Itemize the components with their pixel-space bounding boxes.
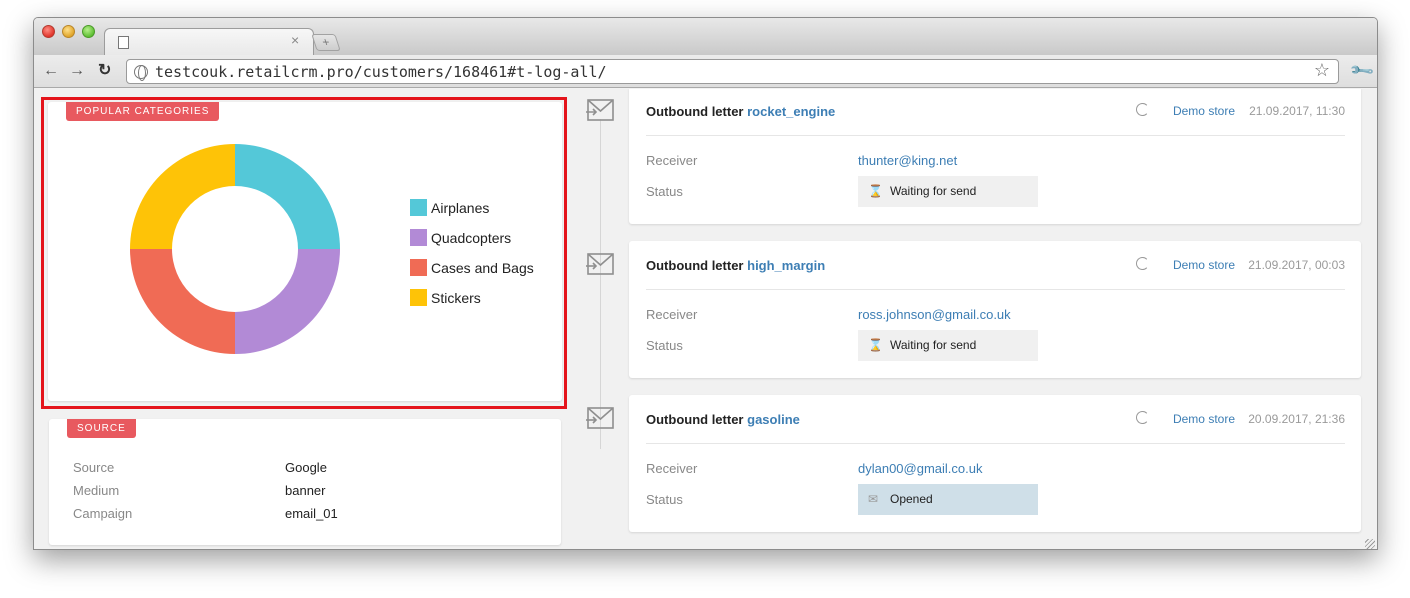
browser-toolbar: ← → ↻ testcouk.retailcrm.pro/customers/1… [34, 55, 1377, 88]
status-label: Status [646, 492, 683, 507]
bookmark-star-icon[interactable]: ☆ [1314, 60, 1330, 81]
letter-prefix: Outbound letter [646, 412, 744, 427]
divider [646, 135, 1345, 136]
store-link[interactable]: Demo store [1173, 258, 1235, 272]
letter-card: Outbound letter rocket_engine Demo store… [629, 89, 1361, 224]
letter-card: Outbound letter high_margin Demo store 2… [629, 241, 1361, 378]
letter-date: 20.09.2017, 21:36 [1248, 412, 1345, 426]
new-tab-button[interactable]: + [311, 34, 341, 51]
status-badge: ⌛ Waiting for send [858, 330, 1038, 361]
store-link[interactable]: Demo store [1173, 104, 1235, 118]
wrench-icon[interactable]: 🔧 [1348, 57, 1376, 85]
categories-donut-chart [130, 144, 340, 354]
donut-slice-cases-and-bags[interactable] [130, 249, 235, 354]
status-label: Status [646, 184, 683, 199]
legend-label: Stickers [431, 290, 481, 306]
receiver-link[interactable]: thunter@king.net [858, 153, 957, 168]
status-badge: ⌛ Waiting for send [858, 176, 1038, 207]
page-icon [118, 36, 129, 49]
browser-tab[interactable]: × [104, 28, 314, 55]
back-arrow-icon[interactable]: ← [43, 61, 59, 81]
minimize-window-button[interactable] [62, 25, 75, 38]
legend-label: Quadcopters [431, 230, 512, 246]
status-label: Status [646, 338, 683, 353]
tab-close-icon[interactable]: × [291, 32, 299, 48]
letter-card: Outbound letter gasoline Demo store 20.0… [629, 395, 1361, 532]
medium-key: Medium [73, 483, 120, 498]
popular-categories-title: POPULAR CATEGORIES [66, 102, 220, 121]
title-bar: × + [34, 18, 1377, 55]
legend-label: Cases and Bags [431, 260, 534, 276]
letter-name-link[interactable]: gasoline [747, 412, 800, 427]
url-text[interactable]: testcouk.retailcrm.pro/customers/168461#… [155, 63, 607, 81]
letter-date: 21.09.2017, 11:30 [1249, 104, 1345, 118]
outbound-envelope-icon [586, 407, 614, 429]
address-bar[interactable]: testcouk.retailcrm.pro/customers/168461#… [126, 59, 1339, 84]
donut-slice-quadcopters[interactable] [235, 249, 340, 354]
letter-name-link[interactable]: rocket_engine [747, 104, 835, 119]
hourglass-icon: ⌛ [868, 184, 883, 198]
status-text: Waiting for send [890, 338, 977, 352]
hourglass-icon: ⌛ [868, 338, 883, 352]
outbound-envelope-icon [586, 99, 614, 121]
letter-name-link[interactable]: high_margin [747, 258, 825, 273]
receiver-label: Receiver [646, 461, 698, 476]
store-icon [1136, 257, 1149, 270]
close-window-button[interactable] [42, 25, 55, 38]
legend-swatch [410, 259, 427, 276]
donut-slice-airplanes[interactable] [235, 144, 340, 249]
letter-date: 21.09.2017, 00:03 [1248, 258, 1345, 272]
campaign-key: Campaign [73, 506, 133, 521]
donut-slice-stickers[interactable] [130, 144, 235, 249]
letter-title: Outbound letter high_margin [646, 258, 825, 273]
status-text: Waiting for send [890, 184, 977, 198]
status-badge: ✉ Opened [858, 484, 1038, 515]
page-content: POPULAR CATEGORIES Airplanes Quadcopters C… [34, 89, 1377, 549]
globe-icon [134, 65, 148, 81]
reload-icon[interactable]: ↻ [98, 61, 111, 81]
receiver-link[interactable]: dylan00@gmail.co.uk [858, 461, 982, 476]
receiver-label: Receiver [646, 153, 698, 168]
outbound-envelope-icon [586, 253, 614, 275]
letter-prefix: Outbound letter [646, 104, 744, 119]
browser-window: × + ← → ↻ testcouk.retailcrm.pro/custome… [33, 17, 1378, 550]
legend-swatch [410, 229, 427, 246]
forward-arrow-icon[interactable]: → [69, 61, 85, 81]
medium-value: banner [285, 483, 326, 498]
letter-title: Outbound letter gasoline [646, 412, 800, 427]
store-link[interactable]: Demo store [1173, 412, 1235, 426]
store-icon [1136, 411, 1149, 424]
zoom-window-button[interactable] [82, 25, 95, 38]
popular-categories-card: POPULAR CATEGORIES Airplanes Quadcopters C… [48, 102, 562, 401]
letter-prefix: Outbound letter [646, 258, 744, 273]
timeline-line [600, 119, 601, 449]
letter-title: Outbound letter rocket_engine [646, 104, 835, 119]
legend-label: Airplanes [431, 200, 490, 216]
open-envelope-icon: ✉ [868, 492, 879, 506]
campaign-value: email_01 [285, 506, 338, 521]
divider [646, 443, 1345, 444]
source-card: SOURCE Source Google Medium banner Campa… [49, 419, 561, 545]
store-icon [1136, 103, 1149, 116]
receiver-label: Receiver [646, 307, 698, 322]
status-text: Opened [890, 492, 933, 506]
source-value: Google [285, 460, 327, 475]
receiver-link[interactable]: ross.johnson@gmail.co.uk [858, 307, 1011, 322]
source-title: SOURCE [67, 419, 136, 438]
legend-swatch [410, 289, 427, 306]
resize-grip[interactable] [1365, 539, 1375, 549]
legend-swatch [410, 199, 427, 216]
divider [646, 289, 1345, 290]
source-key: Source [73, 460, 115, 475]
